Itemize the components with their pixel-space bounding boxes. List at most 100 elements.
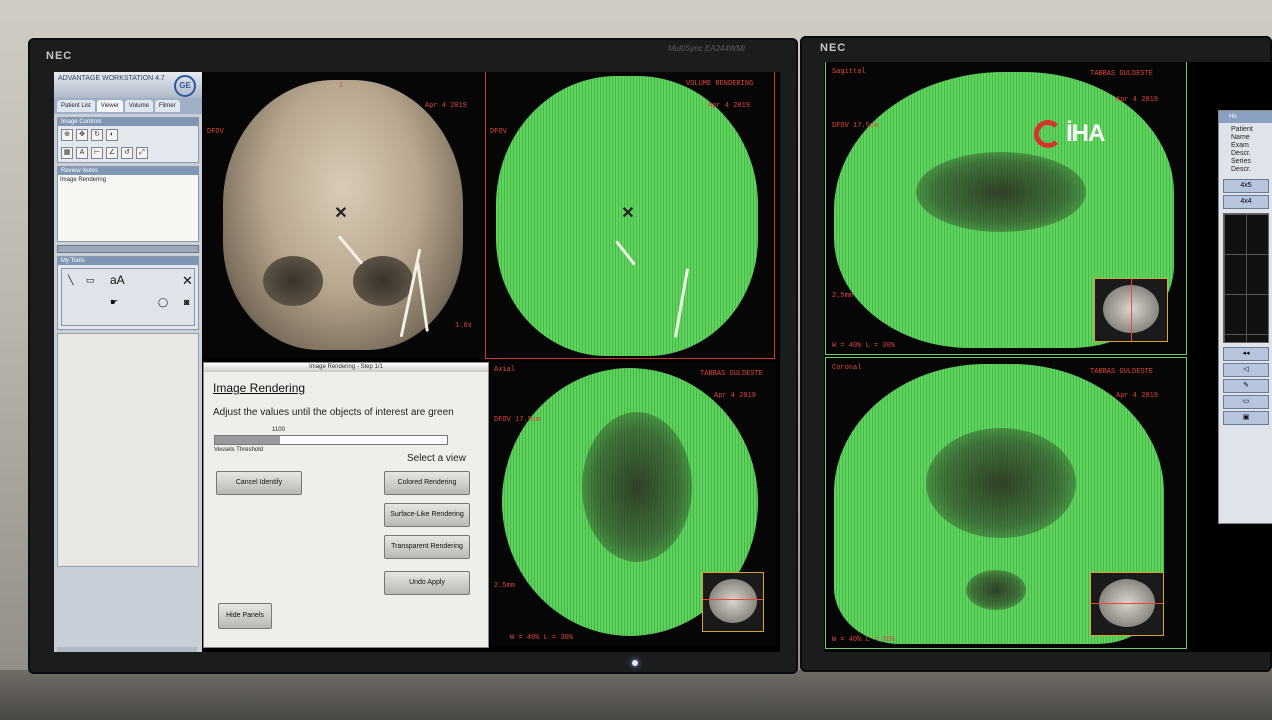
zoom-icon[interactable]: ⊕ — [61, 129, 73, 141]
dialog-instruction: Adjust the values until the objects of i… — [213, 407, 454, 418]
layout-4x5-button[interactable]: 4x5 — [1223, 179, 1269, 193]
text-tool-icon[interactable]: A — [76, 147, 88, 159]
window-level-icon[interactable]: ◐ — [106, 129, 118, 141]
orientation-label: Sagittal — [832, 68, 866, 76]
slider-fill — [215, 436, 280, 444]
image-controls-header: Image Controls — [58, 118, 198, 126]
slider-value: 1100 — [272, 427, 285, 433]
pan-icon[interactable]: ✥ — [76, 129, 88, 141]
image-controls-row-2: ▦ A ⊢ ∠ ↺ ⤢ — [58, 144, 198, 162]
viewport-axial[interactable]: Axial TABBAS GULDESTE Apr 4 2019 DFOV 17… — [490, 362, 776, 646]
viewport-scale: 1.6x — [455, 322, 472, 330]
my-tools-area: ╲ ▭ aA ✕ ☛ ◯ ◙ — [61, 268, 195, 326]
viewport-dfov: DFOV 17.5cm — [494, 416, 541, 424]
left-orbit — [263, 256, 323, 306]
left-screen: ADVANTAGE WORKSTATION 4.7 GE Patient Lis… — [54, 72, 780, 652]
field-label: Exam — [1231, 142, 1249, 149]
hand-icon[interactable]: ☛ — [110, 297, 118, 308]
prev-icon[interactable]: ◂◂ — [1223, 347, 1269, 361]
dialog-titlebar[interactable]: Image Rendering - Step 1/1 — [204, 363, 488, 372]
patient-name: TABBAS GULDESTE — [1090, 70, 1154, 78]
locator-head — [709, 579, 757, 623]
tool-panel-empty-area — [57, 333, 199, 567]
undo-apply-button[interactable]: Undo Apply — [384, 571, 470, 595]
viewport-3d-skull[interactable]: ✕ 1 Apr 4 2019 DFOV 1.6x — [203, 72, 483, 358]
workstation-title: ADVANTAGE WORKSTATION 4.7 — [58, 75, 165, 82]
viewport-title: VOLUME RENDERING — [686, 80, 754, 88]
viewport-coronal[interactable]: Coronal TABBAS GULDESTE Apr 4 2019 W = 4… — [825, 357, 1187, 649]
slice-thickness: 2.5mm — [494, 582, 516, 590]
ruler-icon[interactable]: ⊢ — [91, 147, 103, 159]
layout-preview-grid — [1223, 213, 1269, 343]
rotate-icon[interactable]: ↻ — [91, 129, 103, 141]
patient-name: TABBAS GULDESTE — [1090, 368, 1154, 376]
viewport-volume-green[interactable]: ✕ VOLUME RENDERING Apr 4 2019 DFOV — [485, 72, 775, 359]
tool-panel-footer — [57, 647, 197, 652]
iha-watermark: İHA — [1034, 120, 1105, 148]
side-panel-tab[interactable]: Ho — [1219, 111, 1272, 123]
expand-icon[interactable]: ⤢ — [136, 147, 148, 159]
locator-slice-line — [1131, 279, 1132, 341]
viewport-date: Apr 4 2019 — [714, 392, 757, 400]
tool-icon[interactable]: ▭ — [1223, 395, 1269, 409]
close-cross-icon[interactable]: ✕ — [182, 273, 193, 289]
review-notes-section: Review Notes Image Rendering — [57, 166, 199, 242]
panel-scrollbar[interactable] — [57, 245, 199, 253]
locator-slice-line — [1091, 603, 1163, 604]
review-notes-header: Review Notes — [58, 167, 198, 175]
coronal-locator-thumbnail[interactable] — [1090, 572, 1164, 636]
tab-volume[interactable]: Volume — [124, 100, 153, 112]
viewport-date: Apr 4 2019 — [425, 102, 468, 110]
transparent-rendering-button[interactable]: Transparent Rendering — [384, 535, 470, 559]
viewport-dfov: DFOV 17.5cm — [832, 122, 879, 130]
surface-like-rendering-button[interactable]: Surface-Like Rendering — [384, 503, 470, 527]
right-monitor-brand: NEC — [820, 42, 847, 54]
axial-locator-thumbnail[interactable] — [702, 572, 764, 632]
tool-panel-tabs: Patient List Viewer Volume Filmer — [54, 98, 202, 114]
iha-logo-icon — [1034, 120, 1062, 148]
vessels-threshold-slider[interactable] — [214, 435, 448, 445]
field-label: Descr. — [1231, 166, 1251, 173]
field-label: Series — [1231, 158, 1251, 165]
ge-logo: GE — [174, 75, 196, 97]
sagittal-locator-thumbnail[interactable] — [1094, 278, 1168, 342]
text-size-tool[interactable]: aA — [110, 273, 125, 287]
window-level: W = 40% L = 30% — [832, 342, 896, 350]
line-tool-icon[interactable]: ╲ — [68, 275, 73, 286]
crosshair-icon: ✕ — [334, 205, 348, 222]
layout-4x4-button[interactable]: 4x4 — [1223, 195, 1269, 209]
side-panel-fields: Patient Name Exam Descr. Series Descr. — [1219, 123, 1272, 177]
annotation-icon[interactable]: ▭ — [86, 275, 95, 286]
left-monitor: NEC MultiSync EA244WMi ADVANTAGE WORKSTA… — [28, 38, 798, 674]
ellipse-icon[interactable]: ◯ — [158, 297, 168, 308]
angle-icon[interactable]: ∠ — [106, 147, 118, 159]
tool-icon[interactable]: ▣ — [1223, 411, 1269, 425]
viewport-sagittal[interactable]: Sagittal TABBAS GULDESTE Apr 4 2019 DFOV… — [825, 62, 1187, 355]
speaker-icon[interactable]: ◁ — [1223, 363, 1269, 377]
hide-panels-button[interactable]: Hide Panels — [218, 603, 272, 629]
tab-filmer[interactable]: Filmer — [154, 100, 180, 112]
image-controls-section: Image Controls ⊕ ✥ ↻ ◐ ▦ A ⊢ ∠ ↺ ⤢ — [57, 117, 199, 163]
list-item[interactable]: Image Rendering — [60, 177, 196, 183]
orientation-label: Coronal — [832, 364, 862, 372]
window-level: W = 40% L = 30% — [510, 634, 574, 642]
tool-icon[interactable]: ✎ — [1223, 379, 1269, 393]
viewport-date: Apr 4 2019 — [1116, 96, 1159, 104]
patient-name: TABBAS GULDESTE — [700, 370, 764, 378]
dialog-heading: Image Rendering — [213, 381, 306, 395]
camera-icon[interactable]: ◙ — [184, 297, 189, 307]
my-tools-header: My Tools — [58, 257, 198, 265]
image-controls-row-1: ⊕ ✥ ↻ ◐ — [58, 126, 198, 144]
reset-icon[interactable]: ↺ — [121, 147, 133, 159]
orientation-label: Axial — [494, 366, 516, 374]
cancel-identify-button[interactable]: Cancel Identify — [216, 471, 302, 495]
left-monitor-brand: NEC — [46, 50, 73, 62]
left-monitor-model: MultiSync EA244WMi — [668, 44, 745, 53]
field-label: Descr. — [1231, 150, 1251, 157]
grid-icon[interactable]: ▦ — [61, 147, 73, 159]
colored-rendering-button[interactable]: Colored Rendering — [384, 471, 470, 495]
tab-patient-list[interactable]: Patient List — [57, 100, 95, 112]
tab-viewer[interactable]: Viewer — [96, 100, 123, 112]
select-view-label: Select a view — [407, 453, 466, 464]
tool-panel: ADVANTAGE WORKSTATION 4.7 GE Patient Lis… — [54, 72, 202, 652]
